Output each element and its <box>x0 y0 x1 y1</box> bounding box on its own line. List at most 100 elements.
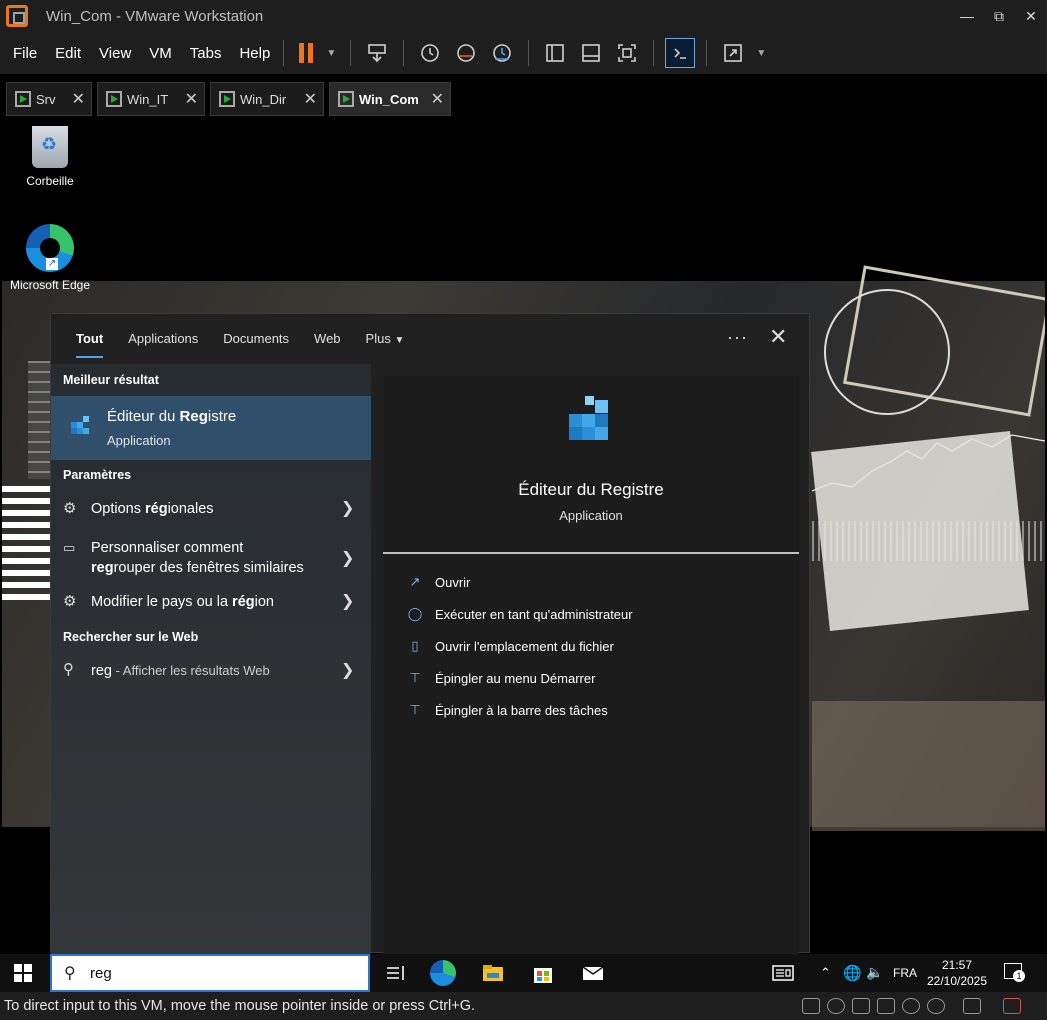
notification-count: 1 <box>1013 970 1025 982</box>
start-search-panel: Tout Applications Documents Web Plus ▼ ·… <box>50 313 810 954</box>
chevron-up-icon[interactable]: ⌃ <box>820 965 831 981</box>
result-label: Options régionales <box>91 499 214 519</box>
action-run-as-admin[interactable]: ◯ Exécuter en tant qu'administrateur <box>405 606 633 622</box>
hard-disk-icon[interactable] <box>802 998 820 1014</box>
minimize-icon[interactable]: — <box>951 0 983 32</box>
result-label-post: ion <box>254 594 274 610</box>
close-tab-icon[interactable]: ✕ <box>72 89 85 109</box>
menu-vm[interactable]: VM <box>149 45 172 62</box>
sound-card-icon[interactable] <box>877 998 895 1014</box>
task-view-icon[interactable] <box>382 960 408 986</box>
action-open-file-location[interactable]: ▯ Ouvrir l'emplacement du fichier <box>405 638 613 654</box>
network-icon[interactable]: 🌐 <box>843 964 862 982</box>
full-screen-button[interactable] <box>612 38 642 68</box>
search-input[interactable]: reg <box>90 965 112 982</box>
pause-icon-bar <box>308 43 314 63</box>
result-label-bold: rég <box>232 594 255 610</box>
menu-edit[interactable]: Edit <box>55 45 81 62</box>
language-indicator[interactable]: FRA <box>893 966 917 980</box>
action-pin-taskbar[interactable]: ⊤ Épingler à la barre des tâches <box>405 702 607 718</box>
power-dropdown-icon[interactable]: ▼ <box>323 38 339 68</box>
tab-srv[interactable]: Srv ✕ <box>6 82 92 116</box>
result-label-bold: rég <box>145 501 168 517</box>
wallpaper-hand <box>812 701 1045 831</box>
close-tab-icon[interactable]: ✕ <box>431 89 444 109</box>
store-icon[interactable] <box>530 960 556 986</box>
volume-icon[interactable]: 🔈 <box>866 964 883 981</box>
guest-desktop[interactable]: Corbeille ↗ Microsoft Edge Tout Applicat… <box>2 118 1045 992</box>
stretch-guest-button[interactable] <box>718 38 748 68</box>
best-match-result[interactable]: Éditeur du Registre Application <box>51 396 371 460</box>
search-icon: ⚲ <box>63 661 74 678</box>
usb-disconnect-icon[interactable] <box>1003 998 1021 1014</box>
message-log-icon[interactable] <box>963 998 981 1014</box>
filter-plus[interactable]: Plus ▼ <box>366 314 405 364</box>
pause-icon <box>299 43 305 63</box>
mail-icon[interactable] <box>580 960 606 986</box>
detail-app-title: Éditeur du Registre <box>518 480 664 499</box>
snapshot-manager-button[interactable] <box>487 38 517 68</box>
close-icon[interactable]: ✕ <box>769 324 787 350</box>
results-list: Meilleur résultat Éditeur du Registre Ap… <box>51 364 371 954</box>
filter-plus-label: Plus <box>365 331 391 346</box>
detail-divider <box>383 552 799 554</box>
notification-icon[interactable]: 1 <box>1004 963 1025 982</box>
stretch-dropdown-icon[interactable]: ▼ <box>754 38 768 68</box>
filter-applications[interactable]: Applications <box>128 314 198 364</box>
network-adapter-icon[interactable] <box>852 998 870 1014</box>
tab-win-it[interactable]: Win_IT ✕ <box>97 82 205 116</box>
desktop-icon-edge[interactable]: ↗ Microsoft Edge <box>4 224 96 292</box>
snapshot-button[interactable] <box>415 38 445 68</box>
more-options-icon[interactable]: ··· <box>727 327 748 348</box>
revert-snapshot-button[interactable] <box>451 38 481 68</box>
menu-view[interactable]: View <box>99 45 131 62</box>
tab-label: Srv <box>36 91 56 107</box>
taskbar-search-box[interactable]: ⚲ reg <box>50 954 370 992</box>
wireless-icon[interactable] <box>902 998 920 1014</box>
action-pin-start[interactable]: ⊤ Épingler au menu Démarrer <box>405 670 595 686</box>
filter-documents[interactable]: Documents <box>223 314 289 364</box>
thumbnail-bar-button[interactable] <box>576 38 606 68</box>
toolbar-separator <box>528 40 530 66</box>
settings-result-group-windows[interactable]: ▭ Personnaliser comment regrouper des fen… <box>51 532 371 578</box>
file-explorer-icon[interactable] <box>480 960 506 986</box>
news-widget-icon[interactable] <box>770 960 796 986</box>
tab-win-com[interactable]: Win_Com ✕ <box>329 82 451 116</box>
section-best-match: Meilleur résultat <box>63 373 159 387</box>
best-match-name-post: istre <box>207 408 237 425</box>
close-tab-icon[interactable]: ✕ <box>304 89 317 109</box>
chevron-right-icon: ❯ <box>341 550 355 567</box>
cd-dvd-icon[interactable] <box>827 998 845 1014</box>
close-icon[interactable]: ✕ <box>1015 0 1047 32</box>
edge-icon[interactable] <box>430 960 456 986</box>
registry-editor-icon <box>71 416 89 434</box>
settings-result-change-region[interactable]: ⚙ Modifier le pays ou la région ❯ <box>51 583 371 619</box>
recycle-bin-icon <box>32 126 68 168</box>
edge-icon: ↗ <box>26 224 74 272</box>
console-view-button[interactable] <box>665 38 696 68</box>
registry-editor-icon <box>569 396 608 440</box>
desktop-icon-label: Microsoft Edge <box>9 278 91 292</box>
start-button[interactable] <box>14 964 32 982</box>
result-label-pre: Modifier le pays ou la <box>91 594 233 610</box>
web-query-suffix: - Afficher les résultats Web <box>111 663 270 678</box>
settings-result-regional-options[interactable]: ⚙ Options régionales ❯ <box>51 490 371 526</box>
tab-win-dir[interactable]: Win_Dir ✕ <box>210 82 324 116</box>
status-message: To direct input to this VM, move the mou… <box>4 998 476 1014</box>
globe-settings-icon: ⚙ <box>63 593 77 610</box>
pause-button[interactable] <box>295 38 317 68</box>
show-library-button[interactable] <box>540 38 570 68</box>
web-search-result[interactable]: ⚲ reg - Afficher les résultats Web ❯ <box>51 652 371 688</box>
restore-icon[interactable]: ⧉ <box>983 0 1015 32</box>
menu-tabs[interactable]: Tabs <box>190 45 222 62</box>
taskbar-clock[interactable]: 21:57 22/10/2025 <box>924 957 990 989</box>
action-open[interactable]: ↗ Ouvrir <box>405 574 471 590</box>
filter-web[interactable]: Web <box>314 314 341 364</box>
printer-icon[interactable] <box>927 998 945 1014</box>
close-tab-icon[interactable]: ✕ <box>185 89 198 109</box>
send-ctrl-alt-del-button[interactable] <box>362 38 392 68</box>
desktop-icon-recycle-bin[interactable]: Corbeille <box>4 126 96 188</box>
menu-help[interactable]: Help <box>239 45 270 62</box>
filter-tout[interactable]: Tout <box>76 314 104 364</box>
menu-file[interactable]: File <box>13 45 37 62</box>
